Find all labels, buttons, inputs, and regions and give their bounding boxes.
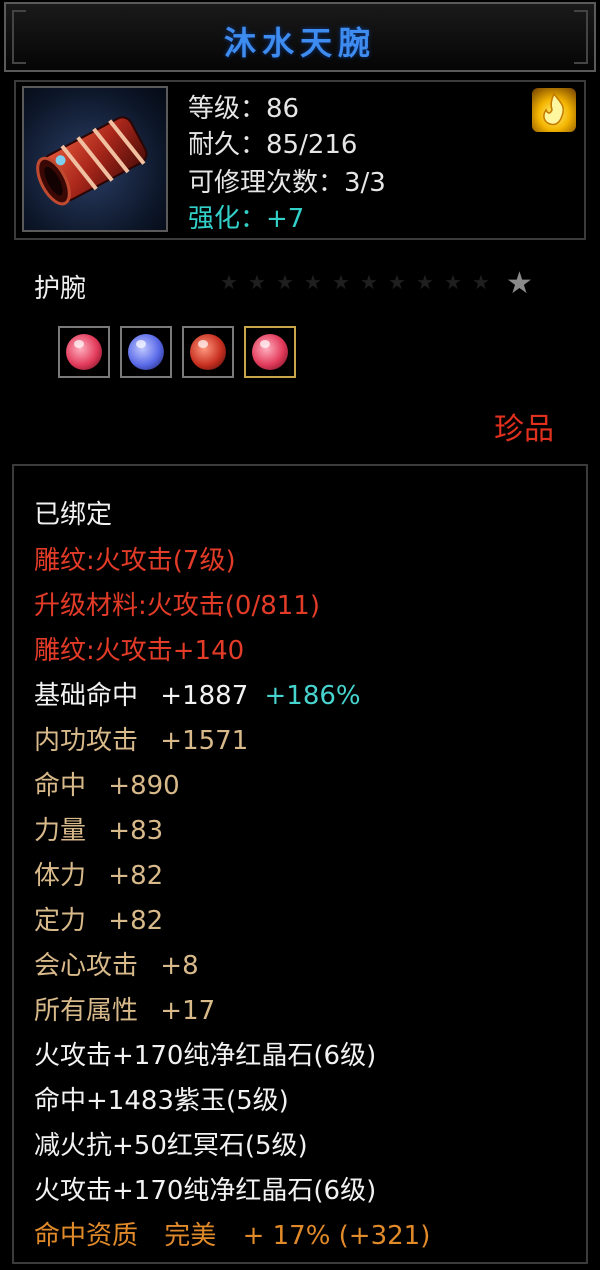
inner-attack-line: 内功攻击 +1571 [34,720,248,757]
base-hit-line: 基础命中 +1887 +186% [34,675,361,712]
red-crystal-icon [252,334,288,370]
stamina-label: 体力 [34,861,87,891]
inner-attack-value: +1571 [160,726,249,756]
hit-label: 命中 [34,771,87,801]
item-type: 护腕 [34,274,87,304]
item-name: 沐水天腕 [223,24,376,62]
enhance-line: 强化：+7 [188,204,305,234]
base-hit-value: +1887 [160,681,249,711]
engrave-line-2: 雕纹:火攻击+140 [34,636,245,666]
gem-slot-4[interactable] [244,326,296,378]
bound-status: 已绑定 [34,500,113,530]
red-stone-icon [190,334,226,370]
rarity-label: 珍品 [494,412,554,447]
strength-line: 力量 +83 [34,810,163,847]
base-hit-label: 基础命中 [34,681,139,711]
gem-slot-3[interactable] [182,326,234,378]
quality-grade: 完美 [164,1221,217,1251]
all-attrs-line: 所有属性 +17 [34,990,215,1027]
gem-bonus-line-1: 火攻击+170纯净红晶石(6级) [34,1041,377,1071]
gem-slot-2[interactable] [120,326,172,378]
star-slots-empty: ★ ★ ★ ★ ★ ★ ★ ★ ★ ★ [220,270,490,294]
durability-line: 耐久：85/216 [188,130,358,160]
quality-value: + 17% (+321) [242,1221,431,1251]
star-icon: ★ [506,266,533,301]
base-hit-bonus: +186% [264,681,361,711]
repair-count-line: 可修理次数：3/3 [188,168,386,198]
gem-slot-1[interactable] [58,326,110,378]
quality-line: 命中资质 完美 + 17% (+321) [34,1215,430,1252]
stamina-value: +82 [108,861,164,891]
focus-label: 定力 [34,906,87,936]
item-tooltip: 沐水天腕 等级：86 耐久：85/216 可修理次数：3/3 强化：+7 护腕 … [0,0,600,1270]
red-crystal-icon [66,334,102,370]
focus-line: 定力 +82 [34,900,163,937]
crit-attack-line: 会心攻击 +8 [34,945,199,982]
engrave-line-1: 雕纹:火攻击(7级) [34,546,236,576]
flame-icon [532,88,576,132]
purple-jade-icon [128,334,164,370]
hit-value: +890 [108,771,180,801]
crit-attack-label: 会心攻击 [34,951,139,981]
gem-bonus-line-4: 火攻击+170纯净红晶石(6级) [34,1176,377,1206]
all-attrs-value: +17 [160,996,216,1026]
focus-value: +82 [108,906,164,936]
upgrade-material-line: 升级材料:火攻击(0/811) [34,591,320,621]
strength-label: 力量 [34,816,87,846]
gem-bonus-line-3: 减火抗+50红冥石(5级) [34,1131,308,1161]
strength-value: +83 [108,816,164,846]
level-line: 等级：86 [188,94,300,124]
gem-bonus-line-2: 命中+1483紫玉(5级) [34,1086,289,1116]
hit-line: 命中 +890 [34,765,180,802]
stamina-line: 体力 +82 [34,855,163,892]
all-attrs-label: 所有属性 [34,996,139,1026]
inner-attack-label: 内功攻击 [34,726,139,756]
bracer-icon [22,86,168,232]
quality-label: 命中资质 [34,1221,139,1251]
title-bar: 沐水天腕 [4,2,596,72]
crit-attack-value: +8 [160,951,199,981]
